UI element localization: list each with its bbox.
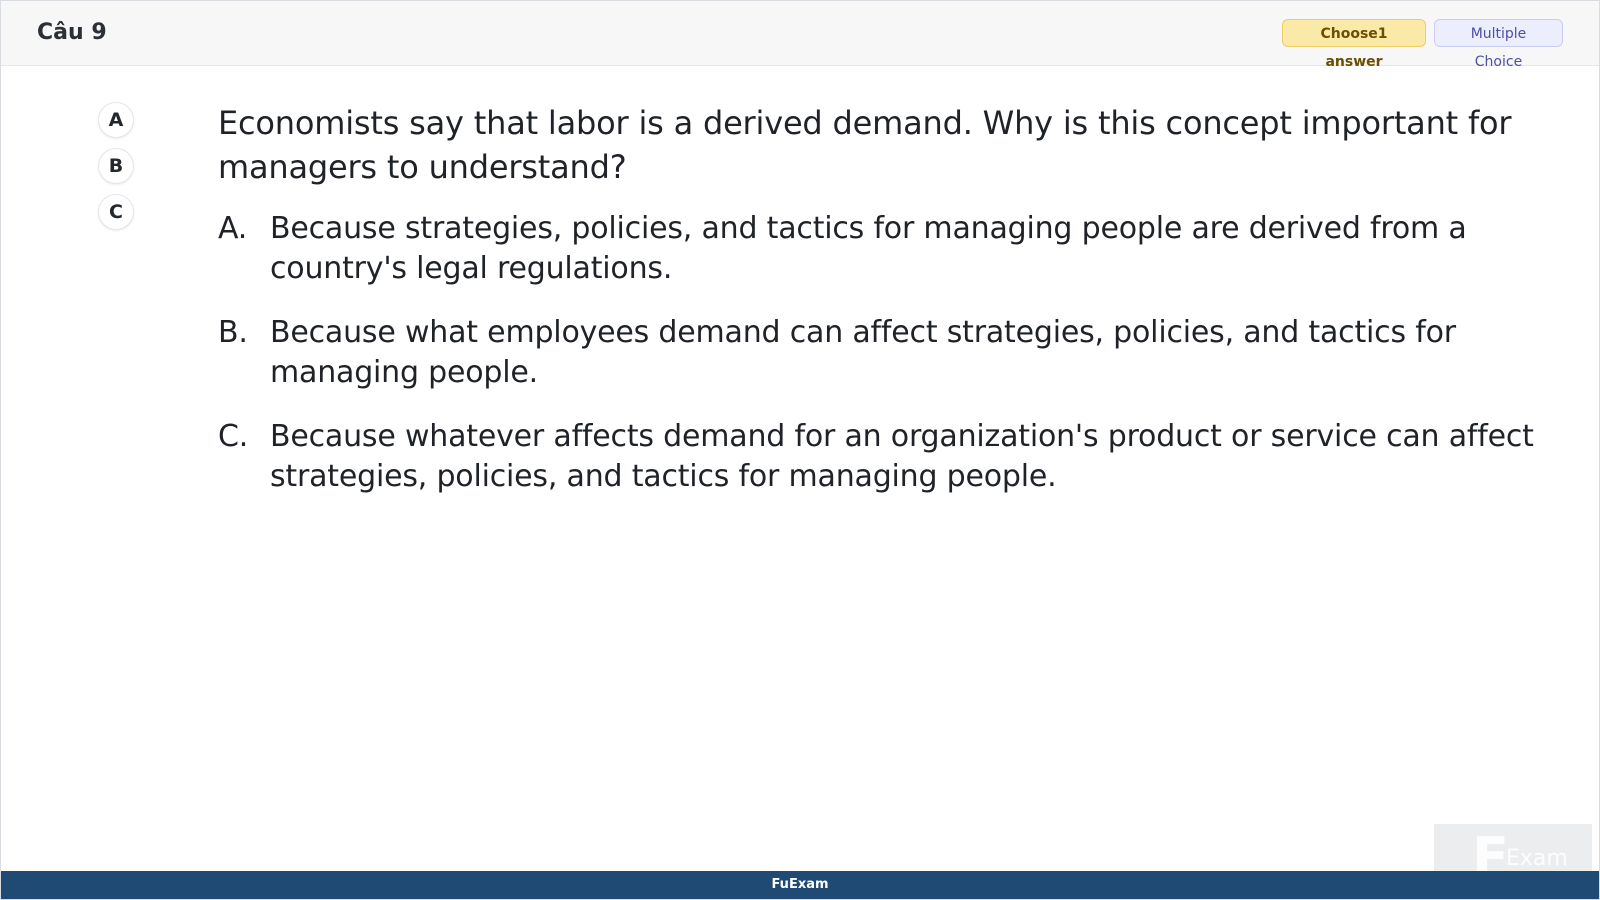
question-header: Câu 9 Choose1 answer Multiple Choice (1, 1, 1599, 70)
answer-button-b[interactable]: B (98, 148, 134, 184)
option-text-a: Because strategies, policies, and tactic… (270, 211, 1467, 286)
watermark-text: Exam (1506, 846, 1568, 871)
option-letter-b: B. (218, 315, 248, 350)
footer-brand: FuExam (771, 877, 829, 892)
option-a: A. Because strategies, policies, and tac… (218, 209, 1538, 289)
answer-button-c[interactable]: C (98, 194, 134, 230)
option-b: B. Because what employees demand can aff… (218, 313, 1538, 393)
option-text-c: Because whatever affects demand for an o… (270, 419, 1534, 494)
question-number: Câu 9 (37, 20, 107, 45)
option-c: C. Because whatever affects demand for a… (218, 417, 1538, 497)
choose-answer-badge: Choose1 answer (1282, 19, 1426, 70)
answer-button-a[interactable]: A (98, 102, 134, 138)
question-text: Economists say that labor is a derived d… (218, 104, 1512, 186)
footer-bar: FuExam (1, 871, 1599, 899)
option-text-b: Because what employees demand can affect… (270, 315, 1456, 390)
question-type-badge: Multiple Choice (1434, 19, 1563, 70)
option-letter-a: A. (218, 211, 248, 246)
exam-window: Câu 9 Choose1 answer Multiple Choice A B… (0, 0, 1600, 900)
answer-selector: A B C (98, 102, 134, 240)
option-letter-c: C. (218, 419, 249, 454)
question-content: Economists say that labor is a derived d… (218, 101, 1538, 521)
